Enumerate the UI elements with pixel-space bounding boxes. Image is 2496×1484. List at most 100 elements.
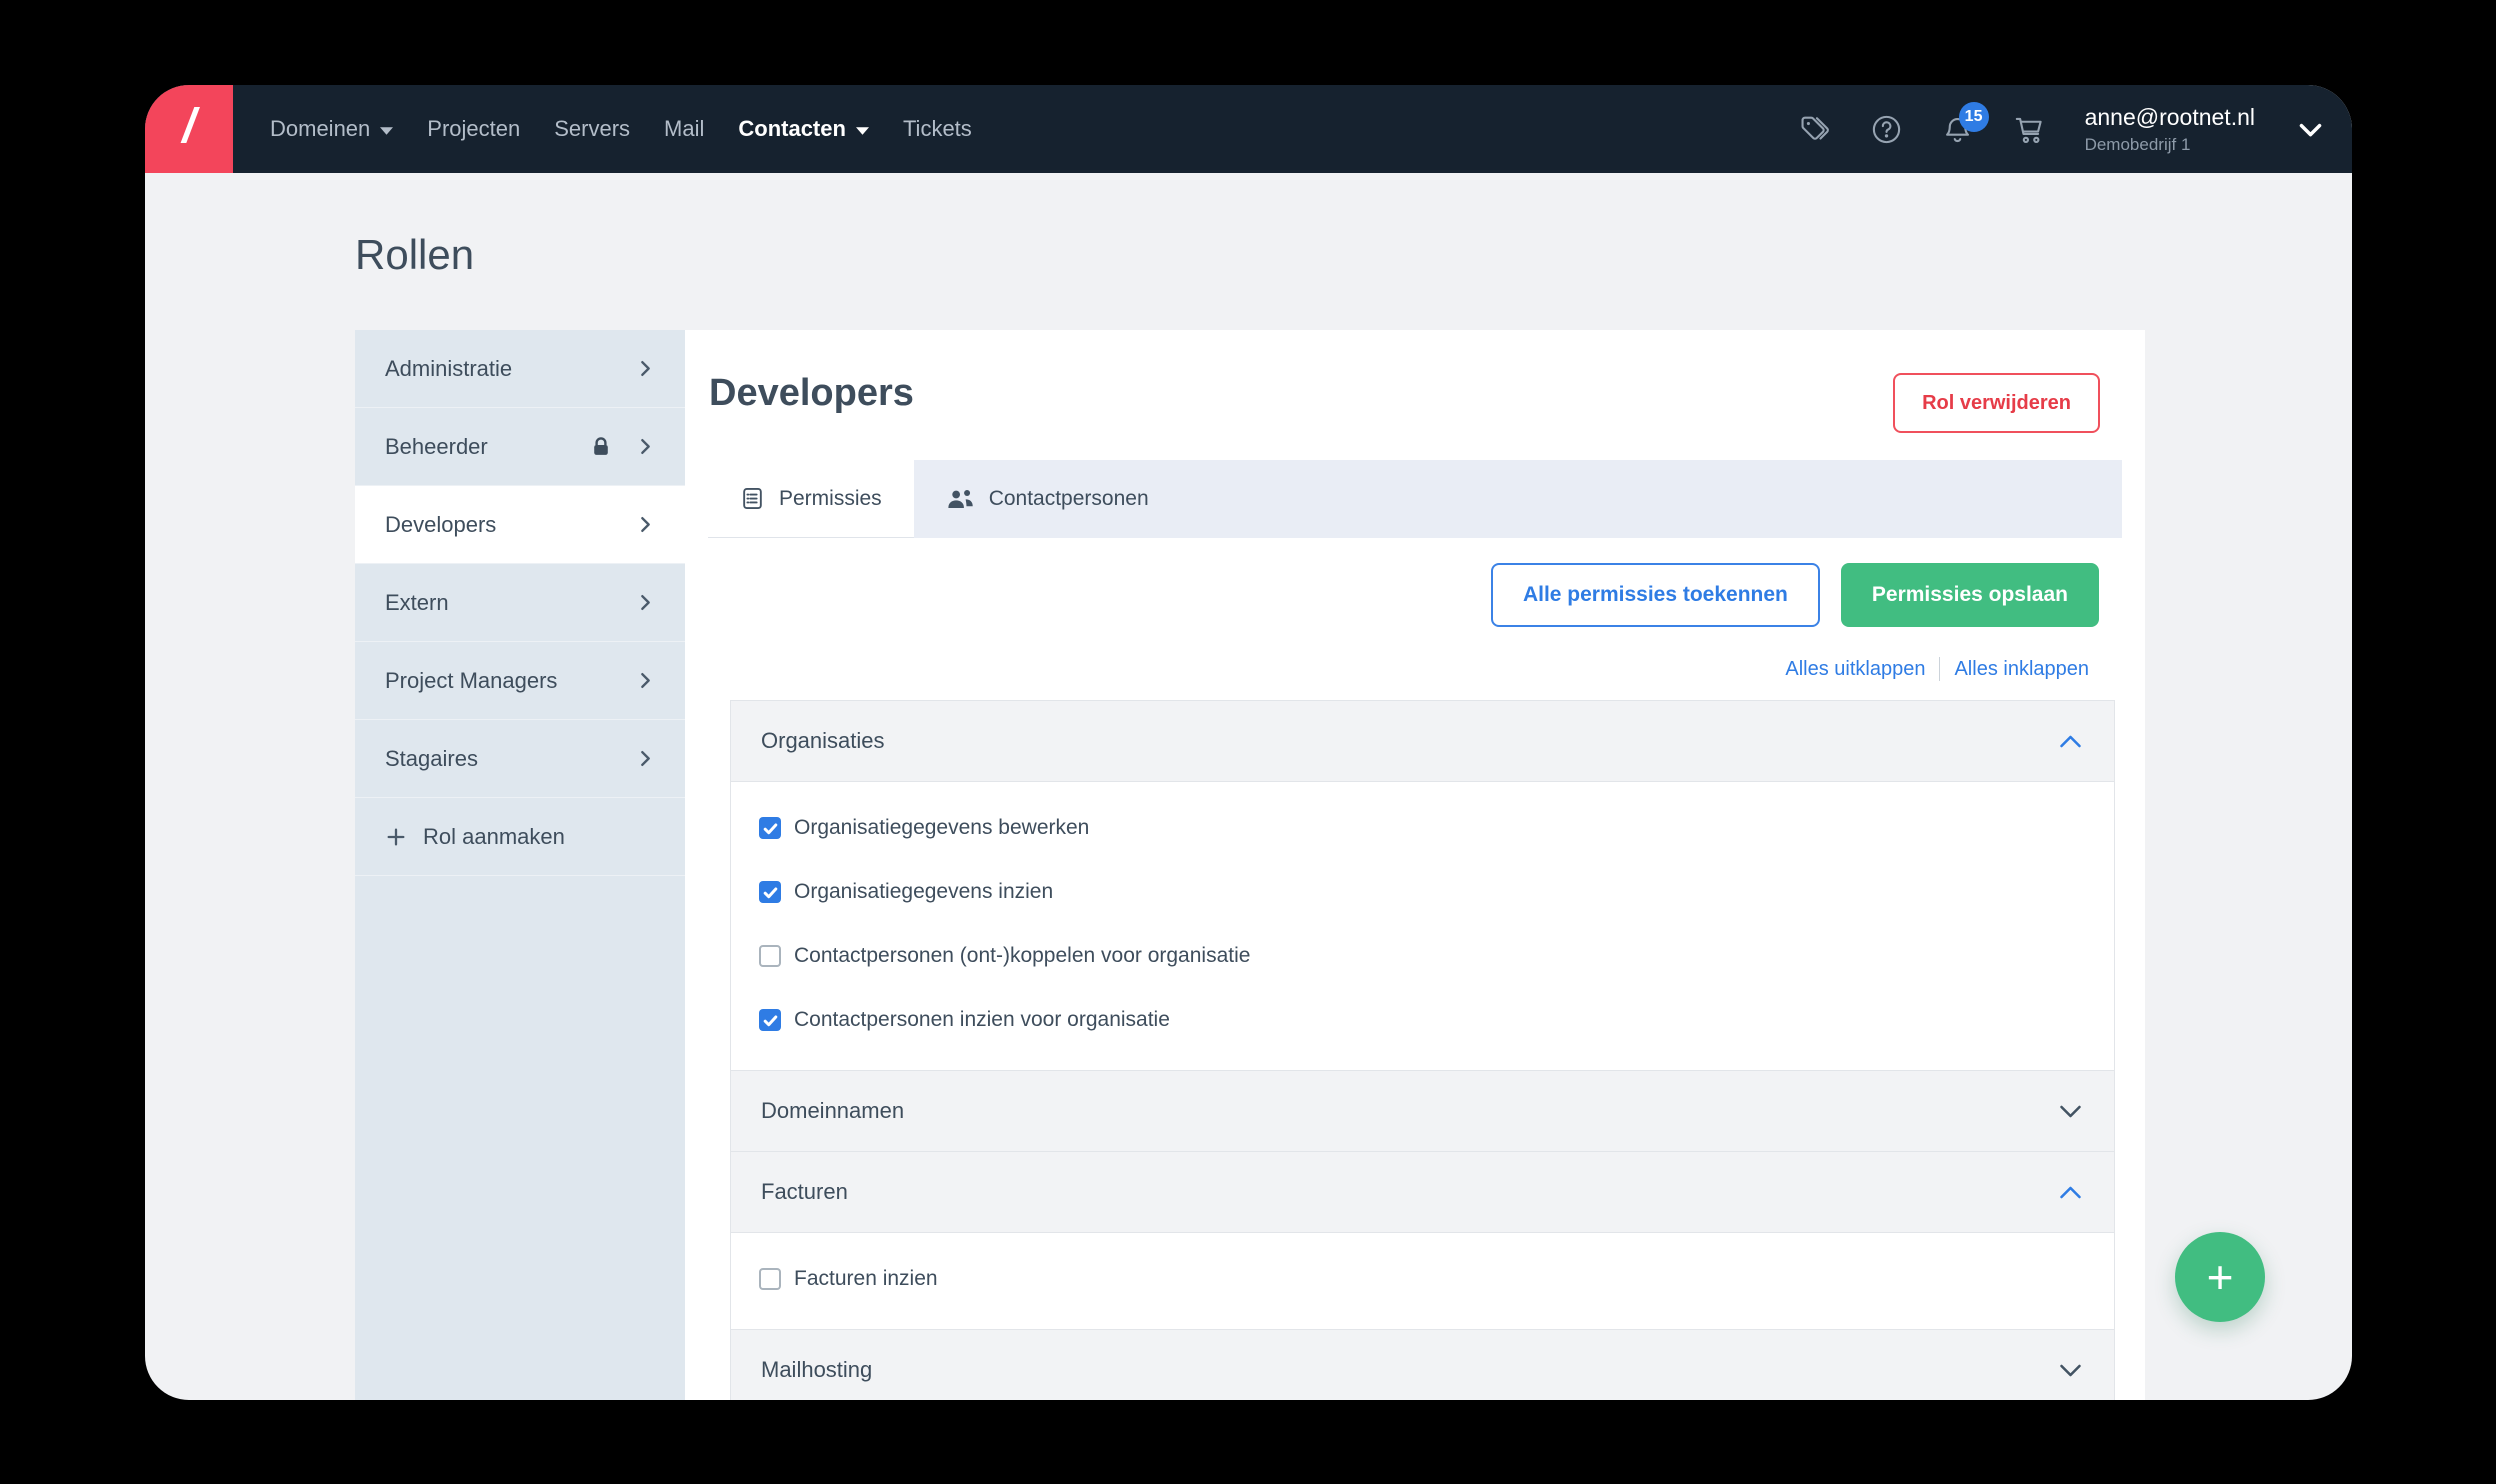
chevron-right-icon <box>636 437 655 456</box>
tab-label: Permissies <box>779 487 882 511</box>
delete-role-button[interactable]: Rol verwijderen <box>1893 373 2100 433</box>
section-header-domeinnamen[interactable]: Domeinnamen <box>730 1070 2115 1152</box>
permission-checkbox-contactpersonen-ont-koppelen-voor-organisatie[interactable] <box>759 945 781 967</box>
role-detail-panel: Developers Rol verwijderen Permissies Con… <box>685 330 2145 1400</box>
tab-permissies[interactable]: Permissies <box>708 460 914 538</box>
grant-all-permissions-button[interactable]: Alle permissies toekennen <box>1491 563 1820 627</box>
chevron-right-icon <box>636 671 655 690</box>
permission-row: Organisatiegegevens bewerken <box>759 796 2086 860</box>
bell-icon[interactable]: 15 <box>1942 114 1973 145</box>
permission-label: Organisatiegegevens bewerken <box>794 816 1089 840</box>
caret-down-icon <box>380 127 393 135</box>
sidebar-item-label: Administratie <box>385 356 512 382</box>
main-nav: Domeinen Projecten Servers Mail Contacten Tic… <box>270 116 972 142</box>
nav-item-label: Mail <box>664 116 704 142</box>
chevron-right-icon <box>636 359 655 378</box>
sidebar-item-project-managers[interactable]: Project Managers <box>355 642 685 720</box>
sidebar-item-label: Beheerder <box>385 434 488 460</box>
permission-actions: Alle permissies toekennen Permissies ops… <box>1491 563 2099 627</box>
tab-label: Contactpersonen <box>989 487 1149 511</box>
brand-slash-icon: / <box>182 103 195 151</box>
permission-checkbox-organisatiegegevens-inzien[interactable] <box>759 881 781 903</box>
permission-checkbox-organisatiegegevens-bewerken[interactable] <box>759 817 781 839</box>
top-navbar: / Domeinen Projecten Servers Mail Contacten T… <box>145 85 2352 173</box>
permission-checkbox-contactpersonen-inzien-voor-organisatie[interactable] <box>759 1009 781 1031</box>
sidebar-item-developers[interactable]: Developers <box>355 486 685 564</box>
section-header-facturen[interactable]: Facturen <box>730 1151 2115 1233</box>
permission-label: Contactpersonen inzien voor organisatie <box>794 1008 1170 1032</box>
nav-item-label: Servers <box>554 116 630 142</box>
sidebar-item-beheerder[interactable]: Beheerder <box>355 408 685 486</box>
permission-row: Facturen inzien <box>759 1247 2086 1311</box>
account-company: Demobedrijf 1 <box>2085 134 2255 155</box>
chevron-down-icon <box>2057 1098 2084 1125</box>
sidebar-item-administratie[interactable]: Administratie <box>355 330 685 408</box>
help-icon[interactable] <box>1871 114 1902 145</box>
section-body-facturen: Facturen inzien <box>730 1233 2115 1330</box>
sidebar-item-label: Developers <box>385 512 496 538</box>
section-title: Domeinnamen <box>761 1098 904 1124</box>
permission-row: Contactpersonen inzien voor organisatie <box>759 988 2086 1052</box>
sidebar-item-label: Stagaires <box>385 746 478 772</box>
account-info: anne@rootnet.nl Demobedrijf 1 <box>2085 103 2255 156</box>
section-header-organisaties[interactable]: Organisaties <box>730 700 2115 782</box>
nav-item-mail[interactable]: Mail <box>664 116 704 142</box>
sidebar-item-icons <box>636 593 655 612</box>
sidebar-item-extern[interactable]: Extern <box>355 564 685 642</box>
brand-logo[interactable]: / <box>145 85 233 173</box>
nav-item-projecten[interactable]: Projecten <box>427 116 520 142</box>
tab-contactpersonen[interactable]: Contactpersonen <box>914 460 1181 538</box>
permission-checkbox-facturen-inzien[interactable] <box>759 1268 781 1290</box>
nav-item-domeinen[interactable]: Domeinen <box>270 116 393 142</box>
notification-badge: 15 <box>1959 102 1989 132</box>
role-title: Developers <box>709 372 914 415</box>
sidebar-item-stagaires[interactable]: Stagaires <box>355 720 685 798</box>
create-role-label: Rol aanmaken <box>423 824 565 850</box>
caret-down-icon <box>856 127 869 135</box>
section-body-organisaties: Organisatiegegevens bewerken Organisatieg… <box>730 782 2115 1071</box>
add-fab-button[interactable]: + <box>2175 1232 2265 1322</box>
collapse-all-link[interactable]: Alles inklappen <box>1940 658 2089 681</box>
nav-item-label: Projecten <box>427 116 520 142</box>
create-role-button[interactable]: Rol aanmaken <box>355 798 685 876</box>
expand-collapse-links: Alles uitklappen Alles inklappen <box>1771 657 2089 681</box>
chevron-up-icon <box>2057 728 2084 755</box>
account-email: anne@rootnet.nl <box>2085 103 2255 132</box>
sidebar-item-label: Extern <box>385 590 449 616</box>
sidebar-item-icons <box>636 515 655 534</box>
page-title: Rollen <box>355 231 474 279</box>
account-menu[interactable]: anne@rootnet.nl Demobedrijf 1 <box>2085 103 2326 156</box>
expand-all-link[interactable]: Alles uitklappen <box>1771 658 1939 681</box>
lock-icon <box>590 436 612 458</box>
section-title: Facturen <box>761 1179 848 1205</box>
sidebar-item-label: Project Managers <box>385 668 557 694</box>
plus-icon <box>385 826 407 848</box>
nav-item-servers[interactable]: Servers <box>554 116 630 142</box>
chevron-right-icon <box>636 749 655 768</box>
section-header-mailhosting[interactable]: Mailhosting <box>730 1329 2115 1400</box>
chevron-right-icon <box>636 515 655 534</box>
section-title: Mailhosting <box>761 1357 872 1383</box>
permission-label: Facturen inzien <box>794 1267 938 1291</box>
navbar-right: 15 anne@rootnet.nl Demobedrijf 1 <box>1800 103 2352 156</box>
role-tabbar: Permissies Contactpersonen <box>708 460 2122 538</box>
tags-icon[interactable] <box>1800 115 1831 144</box>
app-window: / Domeinen Projecten Servers Mail Contacten T… <box>145 85 2352 1400</box>
cart-icon[interactable] <box>2013 114 2045 145</box>
save-permissions-button[interactable]: Permissies opslaan <box>1841 563 2099 627</box>
roles-sidebar: Administratie Beheerder Developers Extern Pr… <box>355 330 685 1400</box>
chevron-down-icon <box>2057 1357 2084 1384</box>
permission-label: Organisatiegegevens inzien <box>794 880 1053 904</box>
users-icon <box>946 487 975 511</box>
sidebar-item-icons <box>590 436 655 458</box>
sidebar-item-icons <box>636 359 655 378</box>
nav-item-tickets[interactable]: Tickets <box>903 116 972 142</box>
permission-row: Organisatiegegevens inzien <box>759 860 2086 924</box>
permission-row: Contactpersonen (ont-)koppelen voor orga… <box>759 924 2086 988</box>
sidebar-item-icons <box>636 749 655 768</box>
nav-item-label: Tickets <box>903 116 972 142</box>
screenshot-root: { "navbar": { "brand_slash": "/", "items… <box>0 0 2496 1484</box>
nav-item-contacten[interactable]: Contacten <box>738 116 869 142</box>
list-icon <box>740 486 765 511</box>
nav-item-label: Contacten <box>738 116 846 142</box>
